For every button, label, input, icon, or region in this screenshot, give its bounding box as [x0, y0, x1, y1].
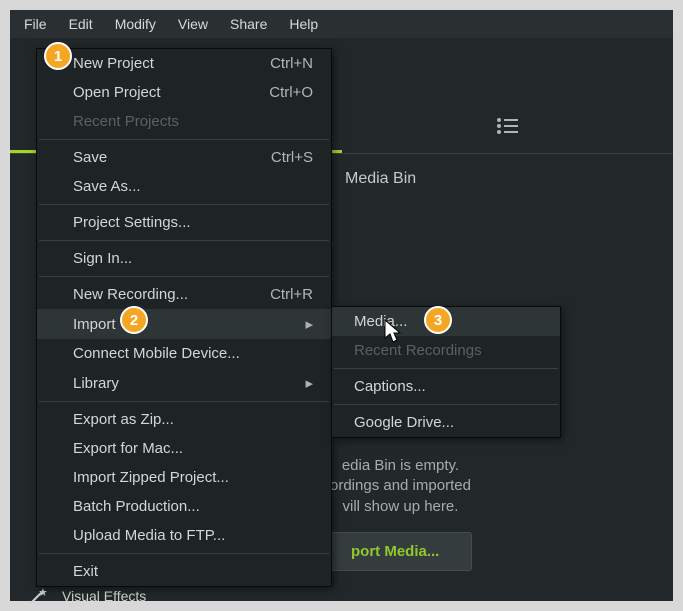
- menu-save[interactable]: Save Ctrl+S: [37, 143, 331, 172]
- empty-state-message: edia Bin is empty. ordings and imported …: [330, 456, 471, 517]
- media-bin-label: Media Bin: [345, 170, 416, 188]
- submenu-captions[interactable]: Captions...: [332, 372, 560, 401]
- list-view-icon: [496, 117, 518, 135]
- file-dropdown: New Project Ctrl+N Open Project Ctrl+O R…: [36, 48, 332, 587]
- menu-label: New Recording...: [73, 286, 188, 303]
- menu-label: Captions...: [354, 378, 426, 395]
- menu-recent-projects: Recent Projects: [37, 107, 331, 136]
- menu-open-project[interactable]: Open Project Ctrl+O: [37, 78, 331, 107]
- menu-label: Batch Production...: [73, 498, 200, 515]
- menu-exit[interactable]: Exit: [37, 557, 331, 586]
- callout-badge-1: 1: [44, 42, 72, 70]
- menu-sign-in[interactable]: Sign In...: [37, 244, 331, 273]
- menu-separator: [334, 404, 558, 405]
- menu-shortcut: Ctrl+O: [269, 84, 313, 101]
- menu-label: Import Zipped Project...: [73, 469, 229, 486]
- menu-upload-ftp[interactable]: Upload Media to FTP...: [37, 521, 331, 550]
- menu-separator: [39, 204, 329, 205]
- menu-label: Save As...: [73, 178, 141, 195]
- menu-separator: [334, 368, 558, 369]
- menu-label: Connect Mobile Device...: [73, 345, 240, 362]
- menu-import-zipped[interactable]: Import Zipped Project...: [37, 463, 331, 492]
- menu-label: Export for Mac...: [73, 440, 183, 457]
- tab-list-view[interactable]: [342, 98, 674, 153]
- menu-share[interactable]: Share: [220, 12, 277, 36]
- menu-new-project[interactable]: New Project Ctrl+N: [37, 49, 331, 78]
- empty-line: ordings and imported: [330, 476, 471, 496]
- menu-import[interactable]: Import ▸: [37, 309, 331, 339]
- submenu-arrow-icon: ▸: [305, 315, 313, 333]
- menu-label: Google Drive...: [354, 414, 454, 431]
- menu-connect-mobile[interactable]: Connect Mobile Device...: [37, 339, 331, 368]
- callout-badge-2: 2: [120, 306, 148, 334]
- menu-modify[interactable]: Modify: [105, 12, 166, 36]
- cursor-icon: [383, 318, 403, 349]
- empty-line: vill show up here.: [330, 497, 471, 517]
- menu-label: Open Project: [73, 84, 161, 101]
- menu-export-zip[interactable]: Export as Zip...: [37, 405, 331, 434]
- menu-edit[interactable]: Edit: [59, 12, 103, 36]
- menu-view[interactable]: View: [168, 12, 218, 36]
- menu-shortcut: Ctrl+S: [271, 149, 313, 166]
- menu-label: Upload Media to FTP...: [73, 527, 225, 544]
- menu-project-settings[interactable]: Project Settings...: [37, 208, 331, 237]
- menu-label: Recent Recordings: [354, 342, 482, 359]
- wand-icon: [28, 586, 48, 606]
- menu-help[interactable]: Help: [279, 12, 328, 36]
- app-window: File Edit Modify View Share Help Media B…: [10, 10, 673, 601]
- menu-export-mac[interactable]: Export for Mac...: [37, 434, 331, 463]
- sidebar-item-label: Visual Effects: [62, 588, 146, 604]
- menu-separator: [39, 139, 329, 140]
- menu-separator: [39, 401, 329, 402]
- menu-label: New Project: [73, 55, 154, 72]
- menu-label: Exit: [73, 563, 98, 580]
- menu-batch-production[interactable]: Batch Production...: [37, 492, 331, 521]
- menu-label: Project Settings...: [73, 214, 191, 231]
- empty-line: edia Bin is empty.: [330, 456, 471, 476]
- menu-separator: [39, 276, 329, 277]
- menu-save-as[interactable]: Save As...: [37, 172, 331, 201]
- menu-shortcut: Ctrl+R: [270, 286, 313, 303]
- menu-label: Export as Zip...: [73, 411, 174, 428]
- menu-label: Library: [73, 375, 119, 392]
- menu-label: Save: [73, 149, 107, 166]
- submenu-arrow-icon: ▸: [305, 374, 313, 392]
- menu-new-recording[interactable]: New Recording... Ctrl+R: [37, 280, 331, 309]
- menu-shortcut: Ctrl+N: [270, 55, 313, 72]
- import-media-button[interactable]: port Media...: [330, 532, 472, 571]
- menu-separator: [39, 553, 329, 554]
- menu-label: Sign In...: [73, 250, 132, 267]
- menu-separator: [39, 240, 329, 241]
- menubar: File Edit Modify View Share Help: [10, 10, 673, 38]
- menu-file[interactable]: File: [14, 12, 57, 36]
- sidebar-visual-effects[interactable]: Visual Effects: [28, 586, 146, 606]
- menu-label: Import: [73, 316, 116, 333]
- menu-label: Recent Projects: [73, 113, 179, 130]
- callout-badge-3: 3: [424, 306, 452, 334]
- submenu-recent-recordings: Recent Recordings: [332, 336, 560, 365]
- menu-library[interactable]: Library ▸: [37, 368, 331, 398]
- submenu-google-drive[interactable]: Google Drive...: [332, 408, 560, 437]
